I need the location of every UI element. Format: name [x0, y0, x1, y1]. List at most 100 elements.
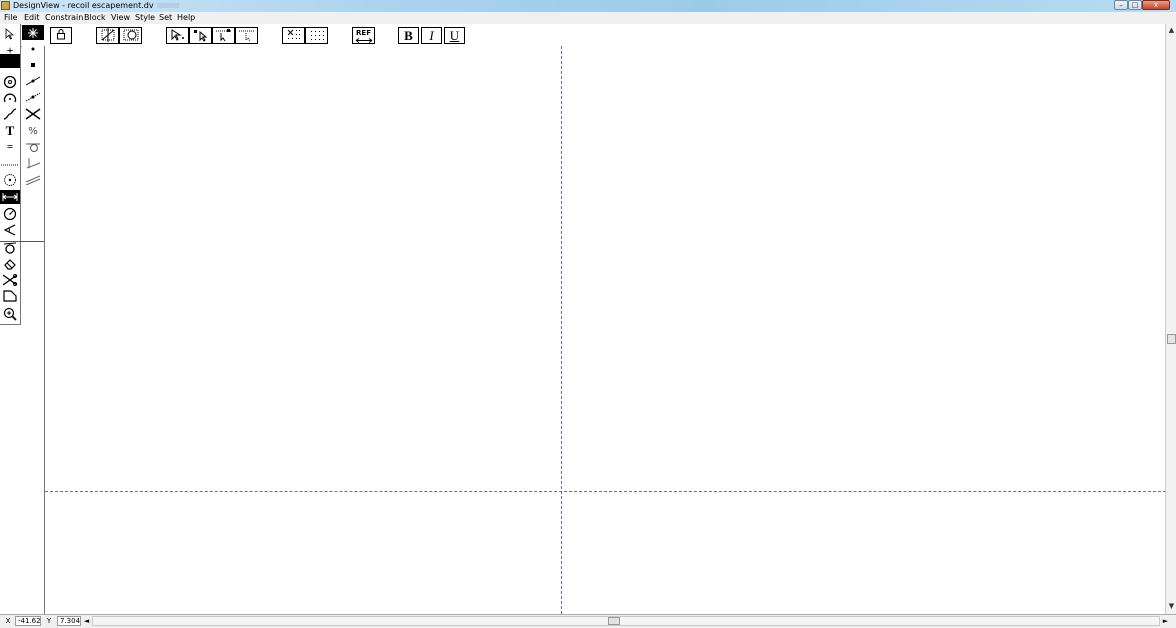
eraser-icon: [4, 259, 16, 270]
angle-tool[interactable]: [0, 206, 20, 222]
select-handle-icon: [193, 30, 207, 42]
scissors-icon: [2, 274, 18, 286]
arrow-select-tool[interactable]: [0, 26, 20, 42]
scroll-up-arrow[interactable]: ▲: [1167, 26, 1176, 35]
drawing-canvas[interactable]: [44, 46, 1166, 614]
percent-tool[interactable]: %: [22, 123, 44, 139]
scroll-left-arrow[interactable]: ◄: [82, 616, 91, 626]
point-star-tool[interactable]: [22, 25, 44, 40]
grid-sparse-icon: [310, 31, 324, 40]
tool-palette-left: + T =: [0, 24, 21, 325]
eraser-tool[interactable]: [0, 256, 20, 272]
menu-file[interactable]: File: [4, 13, 17, 22]
italic-button[interactable]: I: [421, 27, 442, 44]
tangent-circle-tool[interactable]: [22, 139, 44, 155]
zoom-icon: [3, 307, 17, 321]
grid-snap-button[interactable]: [96, 27, 119, 44]
tool-palette-right: %: [22, 24, 44, 190]
text-tool[interactable]: T: [0, 123, 20, 139]
tangent-circle-icon: [26, 143, 40, 152]
dimension-tool[interactable]: [0, 190, 20, 204]
reference-icon: [355, 38, 372, 43]
dotted-circle-icon: [4, 174, 16, 186]
tangent-tool[interactable]: [0, 240, 20, 256]
point-star-icon: [28, 27, 38, 38]
window-title: DesignView - recoil escapement.dv: [13, 1, 179, 10]
arrow-cursor-icon: [5, 28, 15, 40]
circle-icon: [3, 75, 17, 89]
cross-lines-tool[interactable]: [22, 106, 44, 122]
vertical-scrollbar[interactable]: ▲ ▼: [1165, 24, 1176, 614]
underline-button[interactable]: U: [444, 27, 465, 44]
horizontal-guide-line: [45, 491, 1166, 492]
redacted-text: [156, 3, 179, 8]
line-point-tool[interactable]: [22, 73, 44, 89]
curve-tool[interactable]: [0, 106, 20, 122]
grid-sparse-button[interactable]: [305, 27, 328, 44]
line-dots-icon: [25, 92, 41, 102]
menu-constrain[interactable]: Constrain: [45, 13, 83, 22]
menu-edit[interactable]: Edit: [24, 13, 40, 22]
line-dots-tool[interactable]: [22, 89, 44, 105]
dotted-line-icon: [1, 164, 19, 166]
filled-rect-tool[interactable]: [0, 54, 20, 68]
reference-button[interactable]: REF: [352, 27, 375, 44]
window-title-text: DesignView - recoil escapement.dv: [13, 1, 154, 10]
maximize-button[interactable]: □: [1128, 0, 1142, 10]
lock-button[interactable]: [50, 27, 72, 44]
minimize-button[interactable]: –: [1114, 0, 1128, 10]
vertical-scroll-thumb[interactable]: [1167, 334, 1176, 344]
dotted-line-tool[interactable]: [0, 157, 20, 173]
zoom-tool[interactable]: [0, 306, 20, 322]
select-point-button[interactable]: [166, 27, 189, 44]
y-coord-label: Y: [46, 617, 52, 625]
triangle-tool[interactable]: [0, 222, 20, 238]
dimension-icon: [2, 193, 18, 201]
menu-bar: File Edit Constrain Block View Style Set…: [0, 12, 1176, 24]
arc-tool[interactable]: [0, 90, 20, 106]
scissors-tool[interactable]: [0, 272, 20, 288]
circle-snap-button[interactable]: [119, 27, 142, 44]
menu-block[interactable]: Block: [84, 13, 106, 22]
bold-button[interactable]: B: [398, 27, 419, 44]
scroll-down-arrow[interactable]: ▼: [1167, 602, 1176, 611]
small-square-tool[interactable]: [22, 57, 44, 73]
arc-icon: [3, 93, 17, 103]
grid-dense-icon: [287, 29, 300, 39]
move-dotted-button[interactable]: [235, 27, 258, 44]
menu-view[interactable]: View: [111, 13, 130, 22]
move-dotted-icon: [238, 30, 255, 42]
toolbar: REF B I U: [0, 24, 1176, 47]
close-button[interactable]: x: [1142, 0, 1170, 10]
equal-tool[interactable]: =: [0, 139, 20, 155]
app-icon: [1, 1, 10, 10]
cross-lines-icon: [25, 108, 41, 120]
rect-corner-tool[interactable]: [0, 288, 20, 304]
status-bar: X -41.625 Y 7.304 ◄ ►: [0, 614, 1176, 628]
parallel-lines-tool[interactable]: [22, 171, 44, 187]
horizontal-scrollbar[interactable]: [92, 616, 1160, 626]
horizontal-scroll-thumb[interactable]: [608, 617, 620, 625]
triangle-icon: [3, 224, 16, 236]
menu-style[interactable]: Style: [135, 13, 155, 22]
move-node-button[interactable]: [212, 27, 235, 44]
vertical-guide-line: [561, 46, 562, 614]
grid-dense-button[interactable]: [282, 27, 305, 44]
tangent-icon: [3, 242, 17, 254]
parallel-lines-icon: [25, 175, 41, 185]
dotted-circle-tool[interactable]: [0, 172, 20, 188]
small-dot-tool[interactable]: [22, 41, 44, 57]
grid-snap-icon: [101, 28, 114, 42]
circle-tool[interactable]: [0, 74, 20, 90]
curve-icon: [3, 108, 17, 120]
rect-corner-icon: [3, 290, 17, 302]
x-coord-label: X: [5, 617, 11, 625]
select-handle-button[interactable]: [189, 27, 212, 44]
scroll-right-arrow[interactable]: ►: [1161, 616, 1170, 626]
reference-label: REF: [356, 29, 371, 37]
angle-lines-tool[interactable]: [22, 155, 44, 171]
circle-snap-icon: [123, 29, 138, 41]
menu-set[interactable]: Set: [159, 13, 172, 22]
menu-help[interactable]: Help: [177, 13, 195, 22]
line-point-icon: [25, 76, 41, 86]
